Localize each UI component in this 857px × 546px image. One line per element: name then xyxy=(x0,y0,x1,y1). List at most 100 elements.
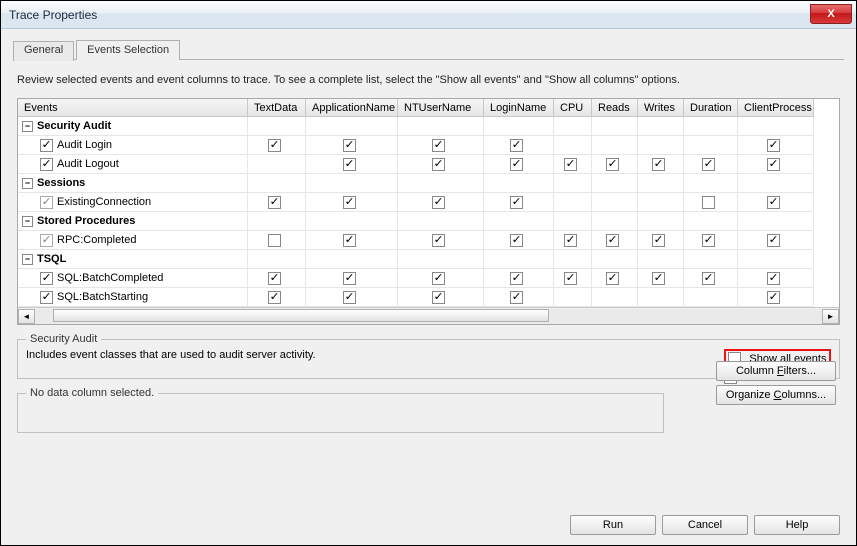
cell-checkbox[interactable]: ✓ xyxy=(510,291,523,304)
event-enable-checkbox[interactable]: ✓ xyxy=(40,139,53,152)
cell-checkbox[interactable]: ✓ xyxy=(702,158,715,171)
scroll-track[interactable] xyxy=(35,309,822,324)
cell-checkbox[interactable]: ✓ xyxy=(510,196,523,209)
organize-columns-button[interactable]: Organize Columns... xyxy=(716,385,836,405)
column-filters-button[interactable]: Column Filters... xyxy=(716,361,836,381)
event-enable-checkbox[interactable]: ✓ xyxy=(40,234,53,247)
event-label: Audit Login xyxy=(57,139,112,151)
event-row: ✓ SQL:BatchCompleted ✓ ✓ ✓ ✓ ✓ ✓ ✓ ✓ ✓ xyxy=(18,269,839,288)
description-text: Includes event classes that are used to … xyxy=(26,349,316,361)
event-row: ✓ Audit Logout ✓ ✓ ✓ ✓ ✓ ✓ ✓ ✓ xyxy=(18,155,839,174)
category-row: −TSQL xyxy=(18,250,839,269)
titlebar[interactable]: Trace Properties X xyxy=(1,1,856,29)
collapse-icon[interactable]: − xyxy=(22,254,33,265)
event-label: Audit Logout xyxy=(57,158,119,170)
cell-checkbox[interactable]: ✓ xyxy=(268,272,281,285)
cell-checkbox[interactable]: ✓ xyxy=(432,158,445,171)
cell-checkbox[interactable]: ✓ xyxy=(767,234,780,247)
scroll-right-icon[interactable]: ► xyxy=(822,309,839,324)
category-row: −Stored Procedures xyxy=(18,212,839,231)
event-enable-checkbox[interactable]: ✓ xyxy=(40,291,53,304)
description-legend: Security Audit xyxy=(26,333,101,345)
col-header-cpu[interactable]: CPU xyxy=(554,99,592,117)
cell-checkbox[interactable]: ✓ xyxy=(652,234,665,247)
collapse-icon[interactable]: − xyxy=(22,178,33,189)
col-header-events[interactable]: Events xyxy=(18,99,248,117)
window-title: Trace Properties xyxy=(9,8,810,22)
cancel-button[interactable]: Cancel xyxy=(662,515,748,535)
col-header-appname[interactable]: ApplicationName xyxy=(306,99,398,117)
category-label: Security Audit xyxy=(37,120,111,132)
cell-checkbox[interactable]: ✓ xyxy=(268,291,281,304)
help-button[interactable]: Help xyxy=(754,515,840,535)
cell-checkbox[interactable]: ✓ xyxy=(606,234,619,247)
col-header-ntuser[interactable]: NTUserName xyxy=(398,99,484,117)
cell-checkbox[interactable]: ✓ xyxy=(510,139,523,152)
cell-checkbox[interactable]: ✓ xyxy=(432,291,445,304)
cell-checkbox[interactable]: ✓ xyxy=(268,196,281,209)
col-header-textdata[interactable]: TextData xyxy=(248,99,306,117)
cell-checkbox[interactable]: ✓ xyxy=(606,158,619,171)
cell-checkbox[interactable]: ✓ xyxy=(767,139,780,152)
col-header-login[interactable]: LoginName xyxy=(484,99,554,117)
instruction-text: Review selected events and event columns… xyxy=(17,74,840,86)
cell-checkbox[interactable]: ✓ xyxy=(343,196,356,209)
cell-checkbox[interactable]: ✓ xyxy=(343,272,356,285)
cell-checkbox[interactable]: ✓ xyxy=(343,291,356,304)
cell-checkbox[interactable]: ✓ xyxy=(767,158,780,171)
cell-checkbox[interactable]: ✓ xyxy=(432,272,445,285)
category-row: −Security Audit xyxy=(18,117,839,136)
cell-checkbox[interactable]: ✓ xyxy=(652,272,665,285)
event-label: SQL:BatchCompleted xyxy=(57,272,163,284)
category-label: Stored Procedures xyxy=(37,215,135,227)
event-row: ✓ RPC:Completed ✓ ✓ ✓ ✓ ✓ ✓ ✓ ✓ xyxy=(18,231,839,250)
event-row: ✓ SQL:BatchStarting ✓ ✓ ✓ ✓ ✓ xyxy=(18,288,839,307)
cell-checkbox[interactable]: ✓ xyxy=(432,196,445,209)
event-enable-checkbox[interactable]: ✓ xyxy=(40,272,53,285)
cell-checkbox[interactable]: ✓ xyxy=(606,272,619,285)
close-button[interactable]: X xyxy=(810,4,852,24)
event-label: SQL:BatchStarting xyxy=(57,291,148,303)
run-button[interactable]: Run xyxy=(570,515,656,535)
col-header-duration[interactable]: Duration xyxy=(684,99,738,117)
cell-checkbox[interactable]: ✓ xyxy=(510,158,523,171)
scroll-thumb[interactable] xyxy=(53,309,549,322)
events-grid: Events TextData ApplicationName NTUserNa… xyxy=(17,98,840,325)
cell-checkbox[interactable] xyxy=(702,196,715,209)
cell-checkbox[interactable]: ✓ xyxy=(702,234,715,247)
cell-checkbox[interactable]: ✓ xyxy=(510,234,523,247)
cell-checkbox[interactable]: ✓ xyxy=(767,291,780,304)
event-enable-checkbox[interactable]: ✓ xyxy=(40,196,53,209)
tab-general[interactable]: General xyxy=(13,41,74,61)
cell-checkbox[interactable]: ✓ xyxy=(343,139,356,152)
collapse-icon[interactable]: − xyxy=(22,216,33,227)
col-header-writes[interactable]: Writes xyxy=(638,99,684,117)
cell-checkbox[interactable]: ✓ xyxy=(702,272,715,285)
cell-checkbox[interactable]: ✓ xyxy=(343,158,356,171)
collapse-icon[interactable]: − xyxy=(22,121,33,132)
event-label: RPC:Completed xyxy=(57,234,136,246)
cell-checkbox[interactable]: ✓ xyxy=(564,234,577,247)
client-area: General Events Selection Review selected… xyxy=(1,29,856,545)
scroll-left-icon[interactable]: ◄ xyxy=(18,309,35,324)
cell-checkbox[interactable] xyxy=(268,234,281,247)
grid-horizontal-scrollbar[interactable]: ◄ ► xyxy=(18,307,839,324)
cell-checkbox[interactable]: ✓ xyxy=(652,158,665,171)
tab-events-selection[interactable]: Events Selection xyxy=(76,40,180,60)
event-label: ExistingConnection xyxy=(57,196,151,208)
cell-checkbox[interactable]: ✓ xyxy=(432,139,445,152)
category-label: TSQL xyxy=(37,253,66,265)
event-enable-checkbox[interactable]: ✓ xyxy=(40,158,53,171)
cell-checkbox[interactable]: ✓ xyxy=(767,272,780,285)
cell-checkbox[interactable]: ✓ xyxy=(767,196,780,209)
cell-checkbox[interactable]: ✓ xyxy=(564,272,577,285)
col-header-clientproc[interactable]: ClientProcess xyxy=(738,99,814,117)
cell-checkbox[interactable]: ✓ xyxy=(432,234,445,247)
event-row: ✓ Audit Login ✓ ✓ ✓ ✓ ✓ xyxy=(18,136,839,155)
cell-checkbox[interactable]: ✓ xyxy=(343,234,356,247)
cell-checkbox[interactable]: ✓ xyxy=(268,139,281,152)
dialog-buttons: Run Cancel Help xyxy=(17,515,840,535)
col-header-reads[interactable]: Reads xyxy=(592,99,638,117)
cell-checkbox[interactable]: ✓ xyxy=(564,158,577,171)
cell-checkbox[interactable]: ✓ xyxy=(510,272,523,285)
